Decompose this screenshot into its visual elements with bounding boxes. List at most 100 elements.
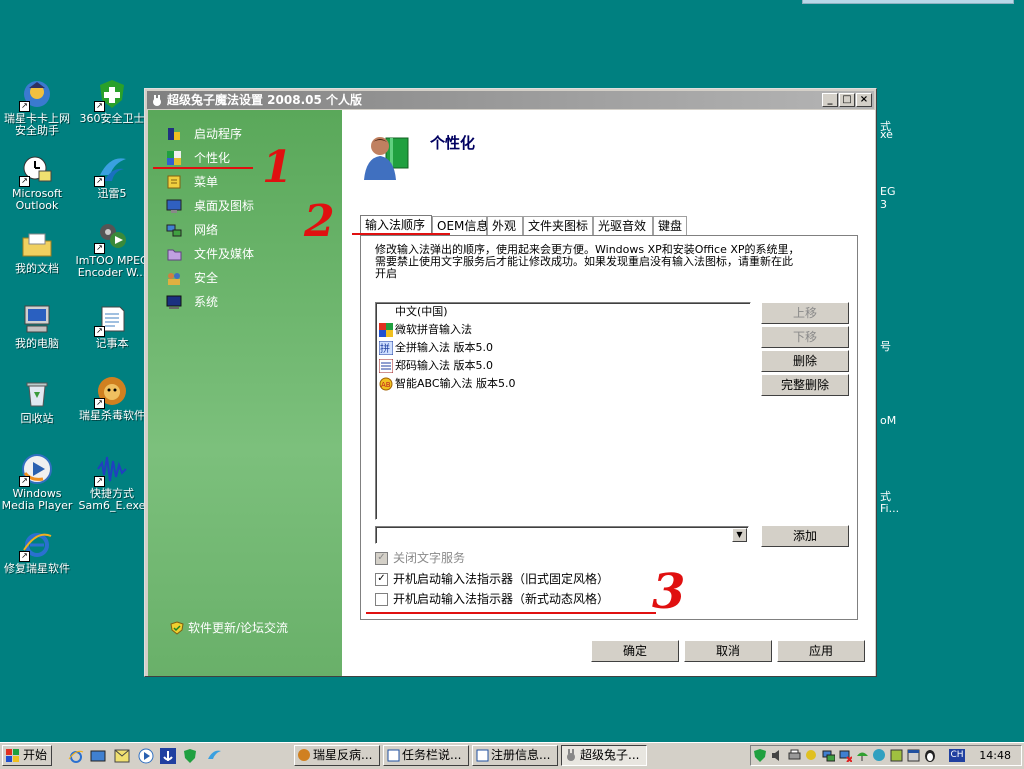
apply-button[interactable]: 应用: [777, 640, 865, 662]
tray-app-icon[interactable]: [805, 749, 818, 762]
sidebar-item-startup[interactable]: 启动程序: [166, 124, 242, 144]
tray-tool-icon[interactable]: [890, 749, 903, 762]
list-item-label: 中文(中国): [395, 305, 448, 318]
ime-list[interactable]: 中文(中国) 微软拼音输入法 拼 全拼输入法 版本5.0 郑码输入法 版本5.0…: [375, 302, 751, 520]
sidebar-item-files-media[interactable]: 文件及媒体: [166, 244, 254, 264]
menu-icon: [166, 174, 182, 190]
checkbox-box: ✓: [375, 552, 388, 565]
task-label: 任务栏说...: [402, 748, 462, 762]
start-label: 开始: [23, 748, 48, 762]
maximize-button[interactable]: □: [839, 93, 855, 107]
sidebar-item-system[interactable]: 系统: [166, 292, 218, 312]
desktop-icon[interactable]: ↗ 瑞星卡卡上网安全助手: [0, 78, 74, 137]
annotation-underline-1: [153, 167, 253, 169]
list-item[interactable]: 郑码输入法 版本5.0: [378, 357, 493, 375]
task-taskbar-help[interactable]: 任务栏说...: [383, 745, 469, 766]
list-item[interactable]: 拼 全拼输入法 版本5.0: [378, 339, 493, 357]
show-desktop-icon[interactable]: [90, 748, 106, 764]
tab-keyboard[interactable]: 键盘: [653, 216, 687, 235]
shield-tray-icon[interactable]: [754, 749, 767, 762]
list-item-label: 全拼输入法 版本5.0: [395, 341, 493, 354]
sidebar-item-menu[interactable]: 菜单: [166, 172, 218, 192]
checkbox-box: ✓: [375, 573, 388, 586]
globe-tray-icon[interactable]: [873, 749, 886, 762]
rabbit-app-icon: [151, 94, 163, 106]
task-registration[interactable]: 注册信息...: [472, 745, 558, 766]
desktop-icon[interactable]: 回收站: [0, 378, 74, 425]
sidebar-item-network[interactable]: 网络: [166, 220, 218, 240]
umbrella-icon[interactable]: [856, 749, 869, 762]
quanpin-icon: 拼: [378, 340, 394, 356]
disable-text-services-checkbox[interactable]: ✓ 关闭文字服务: [375, 550, 465, 566]
delete-button[interactable]: 删除: [761, 350, 849, 372]
language-indicator[interactable]: CH: [949, 749, 965, 762]
media-quicklaunch-icon[interactable]: [138, 748, 154, 764]
desktop-icon[interactable]: ↗ 360安全卫士: [75, 78, 149, 125]
desktop-icon[interactable]: ↗ 迅雷5: [75, 153, 149, 200]
tab-cdrom-sound[interactable]: 光驱音效: [593, 216, 653, 235]
anchor-quicklaunch-icon[interactable]: [160, 748, 176, 764]
shield-quicklaunch-icon[interactable]: [182, 748, 198, 764]
volume-icon[interactable]: [771, 749, 784, 762]
taskbar: 开始 瑞星反病... 任务栏说... 注册信息... 超级兔子... CH 14…: [0, 742, 1024, 769]
sidebar-item-security[interactable]: 安全: [166, 268, 218, 288]
sidebar-item-desktop[interactable]: 桌面及图标: [166, 196, 254, 216]
list-item[interactable]: AB 智能ABC输入法 版本5.0: [379, 375, 516, 393]
tray-window-icon[interactable]: [907, 749, 920, 762]
desktop-icon[interactable]: ↗ 记事本: [75, 303, 149, 350]
ok-button[interactable]: 确定: [591, 640, 679, 662]
task-super-rabbit[interactable]: 超级兔子...: [561, 745, 647, 766]
title-bar[interactable]: 超级兔子魔法设置 2008.05 个人版 _ □ ×: [147, 91, 874, 109]
old-style-indicator-checkbox[interactable]: ✓ 开机启动输入法指示器（旧式固定风格）: [375, 571, 609, 587]
folder-icon: [21, 228, 53, 260]
user-book-icon: [360, 130, 412, 184]
sidebar-item-personalize[interactable]: 个性化: [166, 148, 230, 168]
desktop-icon[interactable]: ↗ Windows Media Player: [0, 453, 74, 512]
new-style-indicator-checkbox[interactable]: 开机启动输入法指示器（新式动态风格）: [375, 591, 609, 607]
minimize-button[interactable]: _: [822, 93, 838, 107]
desktop-icon[interactable]: ↗ Microsoft Outlook: [0, 153, 74, 212]
list-item[interactable]: 中文(中国): [379, 303, 448, 321]
list-item[interactable]: 微软拼音输入法: [379, 321, 472, 339]
qq-icon[interactable]: [924, 749, 937, 762]
move-down-button[interactable]: 下移: [761, 326, 849, 348]
startup-icon: [166, 126, 182, 142]
update-forum-link[interactable]: 软件更新/论坛交流: [170, 618, 288, 638]
start-button[interactable]: 开始: [2, 745, 52, 766]
xunlei-quicklaunch-icon[interactable]: [206, 748, 222, 764]
desktop-icon[interactable]: ↗ ImTOO MPEG Encoder W...: [70, 220, 154, 279]
desktop-icon[interactable]: 我的文档: [0, 228, 74, 275]
desktop-icon-label: 瑞星杀毒软件: [79, 409, 145, 422]
chevron-down-icon[interactable]: ▼: [732, 528, 747, 542]
desktop-icon[interactable]: ↗ 瑞星杀毒软件: [75, 375, 149, 422]
desktop-icon[interactable]: ↗ 修复瑞星软件: [0, 528, 74, 575]
ime-add-select[interactable]: ▼: [375, 526, 749, 544]
top-window-edge: [802, 0, 1014, 4]
printer-icon[interactable]: [788, 749, 801, 762]
outlook-quicklaunch-icon[interactable]: [114, 748, 130, 764]
close-button[interactable]: ×: [856, 93, 872, 107]
move-up-button[interactable]: 上移: [761, 302, 849, 324]
task-label: 注册信息...: [491, 748, 551, 762]
desktop-icon-label: ImTOO MPEG Encoder W...: [75, 254, 149, 279]
desktop-icon[interactable]: ↗ 快捷方式 Sam6_E.exe: [75, 453, 149, 512]
cancel-button[interactable]: 取消: [684, 640, 772, 662]
sidebar-nav: 启动程序 个性化 菜单 桌面及图标 网络 文件及媒体 安全 系统 软件更新/论坛…: [148, 110, 342, 676]
tab-appearance[interactable]: 外观: [487, 216, 523, 235]
rising-kaka-icon: ↗: [19, 78, 53, 112]
system-tray: CH 14:48: [750, 745, 1022, 766]
tab-folder-icon[interactable]: 文件夹图标: [523, 216, 593, 235]
shield-update-icon: [170, 621, 184, 635]
task-rising-antivirus[interactable]: 瑞星反病...: [294, 745, 380, 766]
network-error-icon[interactable]: [839, 749, 853, 763]
network-tray-icon[interactable]: [822, 749, 836, 762]
delete-all-button[interactable]: 完整删除: [761, 374, 849, 396]
desktop-icon-label: 我的电脑: [15, 337, 59, 350]
desktop-icon[interactable]: 我的电脑: [0, 303, 74, 350]
ie-quicklaunch-icon[interactable]: [68, 748, 84, 764]
list-item-label: 智能ABC输入法 版本5.0: [395, 377, 516, 390]
desktop-fragment: EG: [880, 185, 896, 198]
add-button[interactable]: 添加: [761, 525, 849, 547]
desktop-icon-label: 记事本: [95, 337, 129, 350]
clock: 14:48: [979, 749, 1011, 762]
